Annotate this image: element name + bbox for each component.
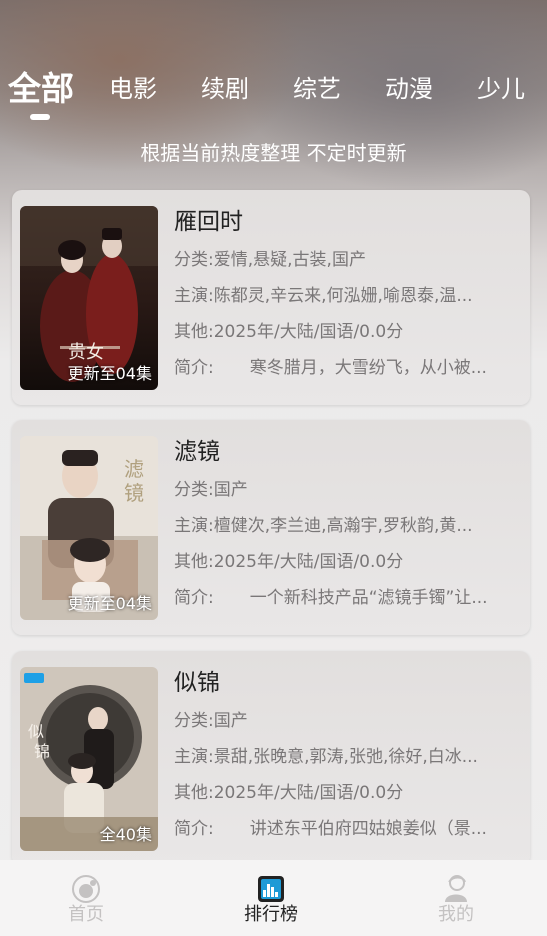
- episode-badge: 全40集: [99, 825, 152, 844]
- list-item[interactable]: 似 锦 全40集 似锦 分类:国产 主演:景甜,张晚意,郭涛,张弛,徐好,白冰.…: [12, 651, 530, 866]
- poster-logo-text: 似: [28, 722, 44, 741]
- tab-active-indicator: [30, 114, 50, 120]
- tab-anime[interactable]: 动漫: [385, 62, 433, 116]
- ranking-subtitle: 根据当前热度整理 不定时更新: [140, 141, 407, 165]
- intro-row: 简介: 一个新科技产品“滤镜手镯”让...: [174, 588, 488, 608]
- tab-variety[interactable]: 综艺: [293, 62, 341, 116]
- tab-movie[interactable]: 电影: [109, 62, 157, 116]
- nav-profile-label: 我的: [438, 904, 474, 925]
- svg-text:镜: 镜: [124, 481, 144, 505]
- category-row: 分类:国产: [174, 480, 248, 500]
- tab-series[interactable]: 续剧: [201, 62, 249, 116]
- nav-profile[interactable]: 我的: [396, 860, 516, 936]
- home-icon: [72, 875, 100, 903]
- nav-home[interactable]: 首页: [26, 860, 146, 936]
- nav-ranking[interactable]: 排行榜: [211, 860, 331, 936]
- intro-row: 简介: 寒冬腊月，大雪纷飞，从小被...: [174, 358, 487, 378]
- item-title[interactable]: 似锦: [174, 667, 220, 699]
- ranking-icon: [258, 876, 284, 902]
- poster-image[interactable]: 贵女 更新至04集: [20, 206, 158, 390]
- episode-badge: 更新至04集: [67, 364, 152, 383]
- nav-home-label: 首页: [68, 904, 104, 925]
- item-title[interactable]: 滤镜: [174, 436, 220, 468]
- category-row: 分类:国产: [174, 711, 248, 731]
- svg-text:锦: 锦: [34, 742, 50, 761]
- category-row: 分类:爱情,悬疑,古装,国产: [174, 250, 366, 270]
- episode-badge: 更新至04集: [67, 594, 152, 613]
- cast-row: 主演:檀健次,李兰迪,高瀚宇,罗秋韵,黄...: [174, 516, 473, 536]
- nav-ranking-label: 排行榜: [244, 904, 298, 925]
- tab-kids[interactable]: 少儿: [477, 62, 525, 116]
- poster-image[interactable]: 滤 镜 更新至04集: [20, 436, 158, 620]
- intro-row: 简介: 讲述东平伯府四姑娘姜似（景...: [174, 819, 487, 839]
- profile-icon: [445, 875, 467, 902]
- bottom-navigation: 首页 排行榜 我的: [0, 860, 547, 936]
- other-row: 其他:2025年/大陆/国语/0.0分: [174, 552, 404, 572]
- poster-image[interactable]: 似 锦 全40集: [20, 667, 158, 851]
- poster-logo-text: 滤: [124, 457, 144, 481]
- list-item[interactable]: 滤 镜 更新至04集 滤镜 分类:国产 主演:檀健次,李兰迪,高瀚宇,罗秋韵,黄…: [12, 420, 530, 635]
- other-row: 其他:2025年/大陆/国语/0.0分: [174, 783, 404, 803]
- item-title[interactable]: 雁回时: [174, 206, 243, 238]
- category-tabs: 全部 电影 续剧 综艺 动漫 少儿: [0, 62, 547, 122]
- tab-all[interactable]: 全部: [8, 62, 74, 116]
- other-row: 其他:2025年/大陆/国语/0.0分: [174, 322, 404, 342]
- cast-row: 主演:陈都灵,辛云来,何泓姗,喻恩泰,温...: [174, 286, 473, 306]
- list-item[interactable]: 贵女 更新至04集 雁回时 分类:爱情,悬疑,古装,国产 主演:陈都灵,辛云来,…: [12, 190, 530, 405]
- cast-row: 主演:景甜,张晚意,郭涛,张弛,徐好,白冰...: [174, 747, 478, 767]
